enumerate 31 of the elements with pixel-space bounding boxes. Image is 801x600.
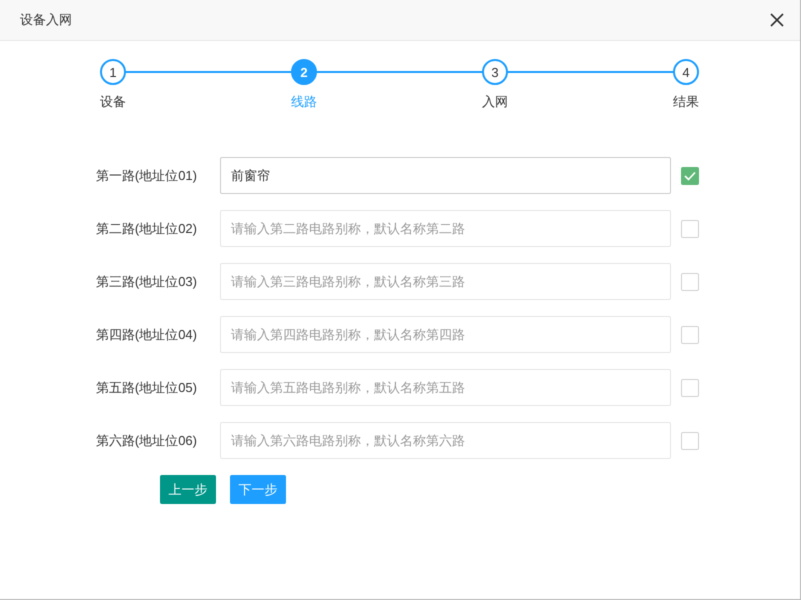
input-field[interactable]: 请输入第三路电路别称，默认名称第三路 (220, 263, 671, 300)
input-field[interactable]: 请输入第五路电路别称，默认名称第五路 (220, 369, 671, 406)
field-label: 第五路(地址位05) (94, 378, 197, 396)
close-icon[interactable] (770, 13, 784, 27)
input-field[interactable]: 请输入第二路电路别称，默认名称第二路 (220, 210, 671, 247)
field-label: 第三路(地址位03) (94, 272, 197, 290)
checkbox[interactable] (681, 166, 699, 184)
step-label: 结果 (673, 93, 699, 111)
field-label: 第四路(地址位04) (94, 326, 197, 344)
step-label: 线路 (291, 93, 317, 111)
field-label: 第六路(地址位06) (94, 432, 197, 450)
step-circle: 1 (100, 59, 126, 85)
checkbox[interactable] (681, 378, 699, 396)
field-label: 第二路(地址位02) (94, 220, 197, 238)
window-title: 设备入网 (20, 11, 72, 29)
check-icon (684, 170, 696, 180)
checkbox[interactable] (681, 220, 699, 238)
step-circle: 3 (482, 59, 508, 85)
checkbox[interactable] (681, 272, 699, 290)
checkbox[interactable] (681, 326, 699, 344)
step-label: 设备 (100, 93, 126, 111)
checkbox[interactable] (681, 432, 699, 450)
input-field[interactable]: 请输入第六路电路别称，默认名称第六路 (220, 422, 671, 459)
previous-button[interactable]: 上一步 (160, 475, 216, 504)
next-button[interactable]: 下一步 (230, 475, 286, 504)
step-circle: 4 (673, 59, 699, 85)
step-label: 入网 (482, 93, 508, 111)
input-field[interactable]: 前窗帘 (220, 157, 671, 194)
field-label: 第一路(地址位01) (94, 166, 197, 184)
step-circle: 2 (291, 59, 317, 85)
input-field[interactable]: 请输入第四路电路别称，默认名称第四路 (220, 316, 671, 353)
